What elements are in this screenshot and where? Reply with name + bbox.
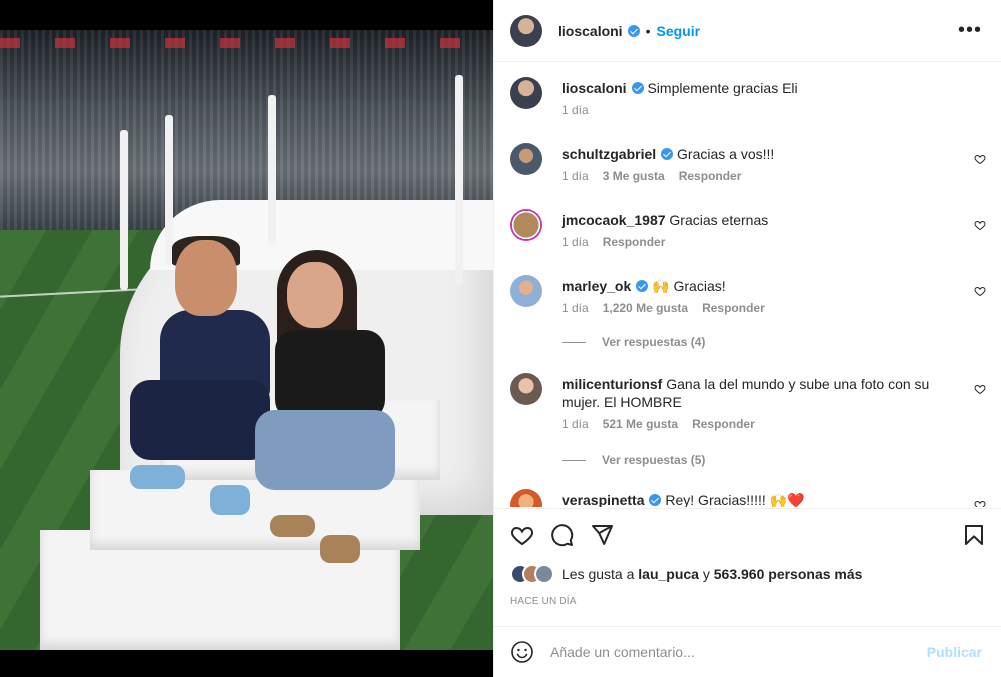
comment-input[interactable] xyxy=(550,644,927,660)
comment-username[interactable]: jmcocaok_1987 xyxy=(562,212,666,228)
reply-button[interactable]: Responder xyxy=(603,235,666,249)
caption-meta: 1 día xyxy=(562,103,603,117)
comment-meta: 1 día 3 Me gusta Responder xyxy=(562,169,755,183)
comment-username[interactable]: marley_ok xyxy=(562,278,631,294)
reply-button[interactable]: Responder xyxy=(702,301,765,315)
author-avatar[interactable] xyxy=(510,14,542,47)
post-details-panel: lioscaloni • Seguir ••• lioscaloni Simpl… xyxy=(493,0,1001,677)
person-woman xyxy=(255,250,405,563)
publish-button[interactable]: Publicar xyxy=(927,644,982,660)
comment-username[interactable]: veraspinetta xyxy=(562,492,644,507)
comment-body: marley_ok 🙌 Gracias! xyxy=(562,277,952,295)
comment-item: veraspinetta Rey! Gracias!!!!! 🙌❤️ xyxy=(510,489,986,507)
emoji-icon[interactable] xyxy=(510,640,534,664)
caption-body: lioscaloni Simplemente gracias Eli xyxy=(562,79,952,97)
comment-bubble-icon[interactable] xyxy=(550,523,574,547)
view-replies-button[interactable]: Ver respuestas (5) xyxy=(562,453,705,467)
verified-icon xyxy=(661,148,674,160)
replies-divider xyxy=(562,341,586,343)
comment-item: schultzgabriel Gracias a vos!!! 1 día 3 M… xyxy=(510,143,986,193)
comment-meta: 1 día 521 Me gusta Responder xyxy=(562,417,769,431)
comment-body: milicenturionsf Gana la del mundo y sube… xyxy=(562,375,952,411)
post-photo[interactable] xyxy=(0,30,493,650)
caption: lioscaloni Simplemente gracias Eli 1 día xyxy=(510,77,986,127)
comment-meta: 1 día Responder xyxy=(562,235,679,249)
comment-body: schultzgabriel Gracias a vos!!! xyxy=(562,145,952,163)
comment-body: veraspinetta Rey! Gracias!!!!! 🙌❤️ xyxy=(562,491,952,507)
comment-avatar[interactable] xyxy=(510,373,542,405)
likes-summary: Les gusta a lau_puca y 563.960 personas … xyxy=(510,564,862,584)
likes-count[interactable]: 563.960 personas más xyxy=(714,566,863,582)
reply-button[interactable]: Responder xyxy=(679,169,742,183)
author-username[interactable]: lioscaloni xyxy=(558,23,640,39)
likes-user[interactable]: lau_puca xyxy=(638,566,699,582)
replies-divider xyxy=(562,459,586,461)
follow-button[interactable]: Seguir xyxy=(656,23,700,39)
verified-icon xyxy=(631,82,644,94)
likes-connector: y xyxy=(702,566,710,582)
caption-text: Simplemente gracias Eli xyxy=(647,80,798,96)
heart-icon[interactable] xyxy=(974,499,986,507)
comment-time[interactable]: 1 día xyxy=(562,235,589,249)
comment-text: Rey! Gracias!!!!! 🙌❤️ xyxy=(665,492,805,507)
comment-text: 🙌 Gracias! xyxy=(652,278,726,294)
comment-avatar[interactable] xyxy=(510,143,542,175)
likes-text: Les gusta a lau_puca y 563.960 personas … xyxy=(562,566,862,582)
comment-time[interactable]: 1 día xyxy=(562,301,589,315)
comment-avatar[interactable] xyxy=(510,489,542,507)
post-photo-area xyxy=(0,0,493,677)
comment-username[interactable]: schultzgabriel xyxy=(562,146,656,162)
reply-button[interactable]: Responder xyxy=(692,417,755,431)
share-send-icon[interactable] xyxy=(590,523,614,547)
verified-icon xyxy=(636,280,649,292)
liker-avatar[interactable] xyxy=(534,564,554,584)
comment-text: Gracias eternas xyxy=(669,212,769,228)
verified-icon xyxy=(649,494,662,506)
heart-icon[interactable] xyxy=(974,285,986,297)
separator-dot: • xyxy=(645,22,651,39)
comment-meta: 1 día 1,220 Me gusta Responder xyxy=(562,301,779,315)
like-heart-icon[interactable] xyxy=(510,523,534,547)
comment-time[interactable]: 1 día xyxy=(562,169,589,183)
view-replies-label: Ver respuestas (5) xyxy=(602,453,706,467)
heart-icon[interactable] xyxy=(974,383,986,395)
comment-item: milicenturionsf Gana la del mundo y sube… xyxy=(510,373,986,445)
comment-likes[interactable]: 1,220 Me gusta xyxy=(603,301,688,315)
view-replies-button[interactable]: Ver respuestas (4) xyxy=(562,335,705,349)
caption-avatar[interactable] xyxy=(510,77,542,109)
comment-text: Gracias a vos!!! xyxy=(677,146,775,162)
add-comment-bar: Publicar xyxy=(494,626,1001,677)
post-modal: lioscaloni • Seguir ••• lioscaloni Simpl… xyxy=(0,0,1001,677)
post-time[interactable]: HACE UN DÍA xyxy=(510,596,577,607)
comment-avatar[interactable] xyxy=(510,209,542,241)
comment-time[interactable]: 1 día xyxy=(562,417,589,431)
stadium-lights xyxy=(0,38,493,48)
caption-time[interactable]: 1 día xyxy=(562,103,589,117)
view-replies-label: Ver respuestas (4) xyxy=(602,335,706,349)
verified-icon xyxy=(627,24,640,37)
post-header: lioscaloni • Seguir ••• xyxy=(494,0,1001,62)
comment-item: marley_ok 🙌 Gracias! 1 día 1,220 Me gusta… xyxy=(510,275,986,325)
comments-list[interactable]: lioscaloni Simplemente gracias Eli 1 día… xyxy=(494,63,1001,507)
comment-body: jmcocaok_1987 Gracias eternas xyxy=(562,211,952,229)
author-username-text: lioscaloni xyxy=(558,22,623,39)
pole xyxy=(455,75,463,285)
pole xyxy=(268,95,276,245)
comment-item: jmcocaok_1987 Gracias eternas 1 día Respo… xyxy=(510,209,986,259)
caption-username[interactable]: lioscaloni xyxy=(562,80,627,96)
comment-avatar[interactable] xyxy=(510,275,542,307)
more-options-icon[interactable]: ••• xyxy=(958,20,982,40)
action-bar xyxy=(494,508,1001,558)
heart-icon[interactable] xyxy=(974,153,986,165)
heart-icon[interactable] xyxy=(974,219,986,231)
comment-username[interactable]: milicenturionsf xyxy=(562,376,662,392)
comment-likes[interactable]: 521 Me gusta xyxy=(603,417,678,431)
bookmark-icon[interactable] xyxy=(962,523,986,547)
comment-likes[interactable]: 3 Me gusta xyxy=(603,169,665,183)
likes-prefix: Les gusta a xyxy=(562,566,635,582)
